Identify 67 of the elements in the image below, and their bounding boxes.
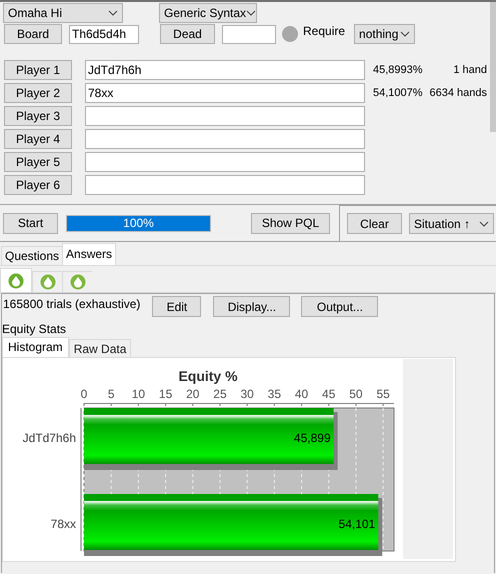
board-button[interactable]: Board	[4, 24, 62, 44]
tick-label: 15	[158, 387, 172, 401]
hand-count: 1 hand	[452, 62, 487, 78]
status-indicator	[282, 26, 298, 42]
action-button[interactable]: Edit	[152, 296, 202, 317]
tick-label: 10	[132, 387, 146, 401]
game-dropdown[interactable]: Omaha Hi	[3, 3, 123, 23]
tab[interactable]: Questions	[1, 246, 62, 265]
icon-tab[interactable]	[0, 268, 32, 292]
equity-text: 45,8993%	[373, 62, 424, 78]
category-label: 78xx	[50, 517, 76, 531]
player-button[interactable]: Player 3	[4, 106, 72, 126]
chevron-down-icon	[400, 31, 410, 37]
hand-field[interactable]	[85, 129, 365, 149]
tick-label: 30	[240, 387, 254, 401]
tick-label: 25	[213, 387, 227, 401]
progress-text: 100%	[122, 216, 155, 230]
tick-label: 0	[80, 387, 88, 401]
hand-count: 6634 hands	[428, 86, 487, 101]
drop-icon	[8, 272, 24, 288]
hand-field[interactable]	[85, 175, 365, 195]
equity-text: 54,1007%	[373, 86, 424, 101]
icon-tab[interactable]	[32, 271, 62, 292]
dead-field[interactable]	[222, 24, 276, 44]
syntax-dropdown[interactable]: Generic Syntax	[159, 3, 257, 23]
chevron-down-icon	[246, 10, 256, 16]
player-button[interactable]: Player 6	[4, 175, 72, 195]
chevron-down-icon	[479, 220, 489, 226]
tick-label: 40	[294, 387, 308, 401]
hand-field[interactable]	[85, 152, 365, 172]
trials-text: 165800 trials (exhaustive)	[2, 296, 140, 313]
tick-label: 35	[268, 387, 282, 401]
player-button[interactable]: Player 5	[4, 152, 72, 172]
player-button[interactable]: Player 1	[4, 60, 72, 80]
hand-field[interactable]	[85, 106, 365, 126]
clear-button[interactable]: Clear	[347, 213, 402, 234]
chart-title: Equity %	[178, 368, 238, 384]
dead-button[interactable]: Dead	[160, 24, 215, 44]
tick-label: 20	[186, 387, 200, 401]
tick-label: 50	[349, 387, 363, 401]
tab[interactable]: Raw Data	[68, 339, 132, 357]
section-title: Equity Stats	[2, 321, 68, 337]
drop-icon	[40, 274, 56, 290]
action-button[interactable]: Output...	[301, 296, 378, 317]
tick-label: 45	[322, 387, 336, 401]
chevron-down-icon	[108, 10, 118, 16]
require-dropdown[interactable]: nothing	[354, 24, 416, 44]
drop-icon	[70, 274, 86, 290]
start-button[interactable]: Start	[3, 212, 58, 234]
tab[interactable]: Histogram	[2, 337, 69, 357]
require-label: Require	[303, 23, 346, 40]
scrollbar[interactable]	[490, 2, 496, 132]
player-button[interactable]: Player 2	[4, 83, 72, 103]
tab[interactable]: Answers	[62, 243, 116, 265]
tick-label: 55	[376, 387, 390, 401]
action-button[interactable]: Display...	[213, 296, 290, 317]
icon-tab[interactable]	[62, 271, 92, 292]
value-label: 54,101	[338, 517, 376, 531]
tick-label: 5	[108, 387, 115, 401]
sort-dropdown[interactable]: Situation ↑	[409, 213, 494, 234]
hand-field[interactable]: 78xx	[85, 83, 365, 103]
hand-field[interactable]: JdTd7h6h	[85, 60, 365, 80]
player-button[interactable]: Player 4	[4, 129, 72, 149]
category-label: JdTd7h6h	[22, 431, 76, 445]
board-field[interactable]: Th6d5d4h	[69, 24, 139, 44]
show-pql-button[interactable]: Show PQL	[251, 212, 330, 234]
value-label: 45,899	[294, 431, 331, 445]
